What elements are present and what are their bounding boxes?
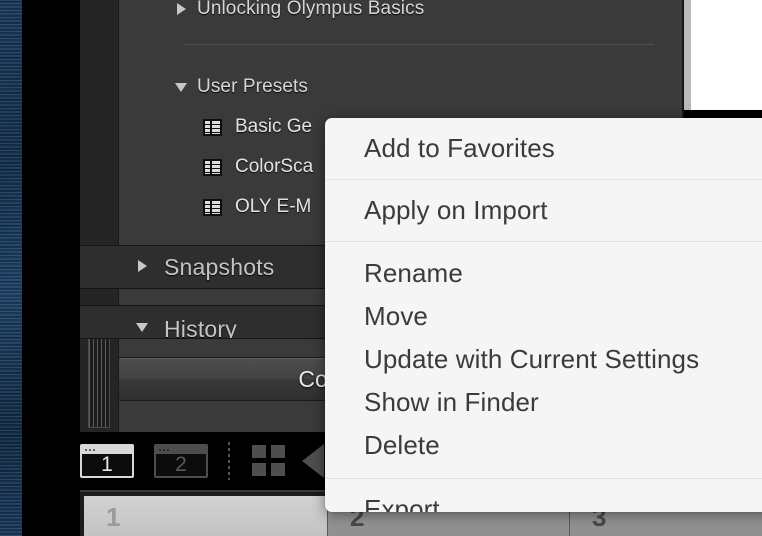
context-menu-group: Rename Move Update with Current Settings… — [325, 241, 762, 478]
menu-item-update-with-current-settings[interactable]: Update with Current Settings — [325, 338, 762, 381]
right-panel-edge — [684, 0, 691, 110]
menu-item-show-in-finder[interactable]: Show in Finder — [325, 381, 762, 424]
menu-item-label: Show in Finder — [364, 387, 539, 417]
triangle-down-icon[interactable] — [136, 321, 150, 335]
right-white-panel — [691, 0, 762, 110]
preset-item-label: ColorSca — [235, 156, 314, 177]
menu-item-add-to-favorites[interactable]: Add to Favorites — [325, 127, 762, 170]
screen-button-1[interactable]: 1 — [80, 444, 134, 478]
preset-item-label: Basic Ge — [235, 116, 313, 137]
preset-group-user-presets[interactable]: User Presets — [175, 70, 682, 104]
filmstrip-cell-label: 1 — [106, 502, 121, 532]
preset-item-label: OLY E-M — [235, 196, 312, 217]
window-left-gutter — [22, 0, 40, 536]
context-menu[interactable]: Add to Favorites Apply on Import Rename … — [325, 118, 762, 512]
section-label: History — [164, 315, 237, 339]
menu-item-export[interactable]: Export... — [325, 488, 762, 512]
preset-group-label: Unlocking Olympus Basics — [197, 0, 425, 19]
screen-button-1-label: 1 — [101, 453, 113, 476]
menu-item-move[interactable]: Move — [325, 295, 762, 338]
menu-item-label: Rename — [364, 258, 463, 288]
menu-item-rename[interactable]: Rename — [325, 252, 762, 295]
triangle-right-icon[interactable] — [175, 3, 187, 15]
panel-collapse-handle[interactable] — [88, 332, 110, 428]
screenshot-root: F / 1 Unlocking Olympus Basics User Pres… — [0, 0, 762, 536]
triangle-down-icon[interactable] — [175, 81, 187, 93]
panel-divider — [183, 44, 654, 45]
toolbar-separator — [228, 442, 230, 480]
preset-icon — [203, 198, 222, 216]
section-label: Snapshots — [164, 253, 275, 280]
preset-icon — [203, 158, 222, 176]
filmstrip-cell[interactable]: 1 — [84, 496, 327, 536]
menu-item-delete[interactable]: Delete — [325, 424, 762, 467]
application-window: F / 1 Unlocking Olympus Basics User Pres… — [40, 0, 762, 536]
triangle-right-icon[interactable] — [136, 260, 150, 274]
menu-item-label: Export... — [364, 494, 462, 512]
preset-group-unlocking-olympus-basics[interactable]: Unlocking Olympus Basics — [175, 0, 682, 26]
menu-item-label: Apply on Import — [364, 195, 548, 225]
screen-button-2[interactable]: 2 — [154, 444, 208, 478]
menu-item-label: Update with Current Settings — [364, 344, 700, 374]
preset-group-label: User Presets — [197, 76, 309, 97]
context-menu-group: Add to Favorites — [325, 118, 762, 179]
menu-item-label: Move — [364, 301, 428, 331]
desktop-wallpaper — [0, 0, 22, 536]
arrow-left-icon[interactable] — [302, 444, 324, 478]
screen-button-2-label: 2 — [175, 453, 187, 476]
context-menu-group: Export... — [325, 478, 762, 512]
context-menu-group: Apply on Import — [325, 179, 762, 241]
menu-item-label: Delete — [364, 430, 440, 460]
preset-icon — [203, 118, 222, 136]
menu-item-apply-on-import[interactable]: Apply on Import — [325, 189, 762, 232]
grid-view-icon[interactable] — [252, 445, 286, 477]
menu-item-label: Add to Favorites — [364, 133, 555, 163]
